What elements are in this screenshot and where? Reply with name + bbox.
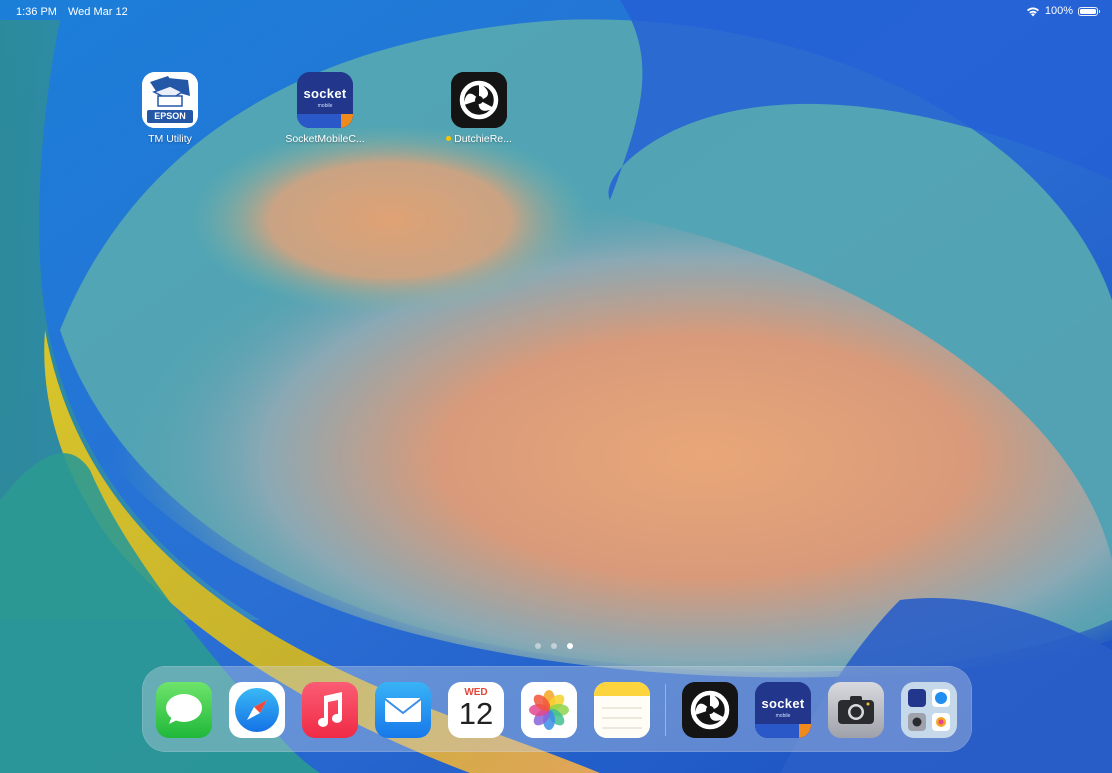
photos-flower-icon	[521, 682, 577, 738]
music-note-icon	[302, 682, 358, 738]
calendar-date: 12	[458, 696, 494, 731]
dock-recent-socketmobile[interactable]: socket mobile	[755, 682, 811, 738]
dutchie-swirl-icon	[451, 72, 507, 128]
app-tm-utility[interactable]: EPSON TM Utility	[120, 72, 220, 145]
calendar-icon: WED 12	[448, 682, 504, 738]
app-label-text: DutchieRe...	[454, 133, 512, 145]
dock-app-mail[interactable]	[375, 682, 431, 738]
battery-level	[1080, 8, 1096, 14]
dock-app-messages[interactable]	[156, 682, 212, 738]
page-indicator[interactable]	[535, 643, 573, 649]
app-library-icon	[901, 682, 957, 738]
dock-app-notes[interactable]	[594, 682, 650, 738]
app-socketmobile[interactable]: socket mobile SocketMobileC...	[275, 72, 375, 145]
dock-app-safari[interactable]	[229, 682, 285, 738]
home-screen: 1:36 PM Wed Mar 12 100% EPSON TM Utility…	[0, 0, 1112, 773]
dock-recent-camera[interactable]	[828, 682, 884, 738]
camera-icon	[828, 682, 884, 738]
notes-icon	[594, 682, 650, 738]
page-dot-3[interactable]	[567, 643, 573, 649]
dock-app-music[interactable]	[302, 682, 358, 738]
dock-app-library[interactable]	[901, 682, 957, 738]
app-dutchie[interactable]: DutchieRe...	[429, 72, 529, 145]
mail-envelope-icon	[375, 682, 431, 738]
epson-printer-icon: EPSON	[142, 72, 198, 128]
battery-icon	[1078, 6, 1100, 16]
socket-brand-text: socket	[761, 696, 805, 711]
dock: WED 12 socket mobile	[142, 666, 972, 752]
dock-divider	[665, 684, 666, 736]
socket-brand-subtext: mobile	[317, 103, 333, 109]
status-indicators: 100%	[1026, 5, 1100, 17]
status-date: Wed Mar 12	[68, 6, 128, 18]
epson-brand-text: EPSON	[147, 110, 193, 123]
app-label: TM Utility	[148, 133, 192, 145]
socket-brand-subtext: mobile	[775, 713, 791, 719]
wifi-icon	[1026, 7, 1039, 16]
dock-recent-dutchie[interactable]	[682, 682, 738, 738]
socket-brand-text: socket	[303, 86, 347, 101]
app-label: DutchieRe...	[429, 133, 529, 145]
socket-mobile-icon: socket mobile	[297, 72, 353, 128]
status-time: 1:36 PM	[16, 6, 57, 18]
app-label: SocketMobileC...	[285, 133, 365, 145]
dock-app-calendar[interactable]: WED 12	[448, 682, 504, 738]
new-install-dot	[446, 136, 452, 141]
dock-app-photos[interactable]	[521, 682, 577, 738]
battery-percent: 100%	[1044, 5, 1073, 17]
dutchie-swirl-icon	[682, 682, 738, 738]
safari-compass-icon	[229, 682, 285, 738]
status-bar: 1:36 PM Wed Mar 12 100%	[0, 0, 1112, 24]
page-dot-2[interactable]	[551, 643, 557, 649]
messages-icon	[156, 682, 212, 738]
page-dot-1[interactable]	[535, 643, 541, 649]
